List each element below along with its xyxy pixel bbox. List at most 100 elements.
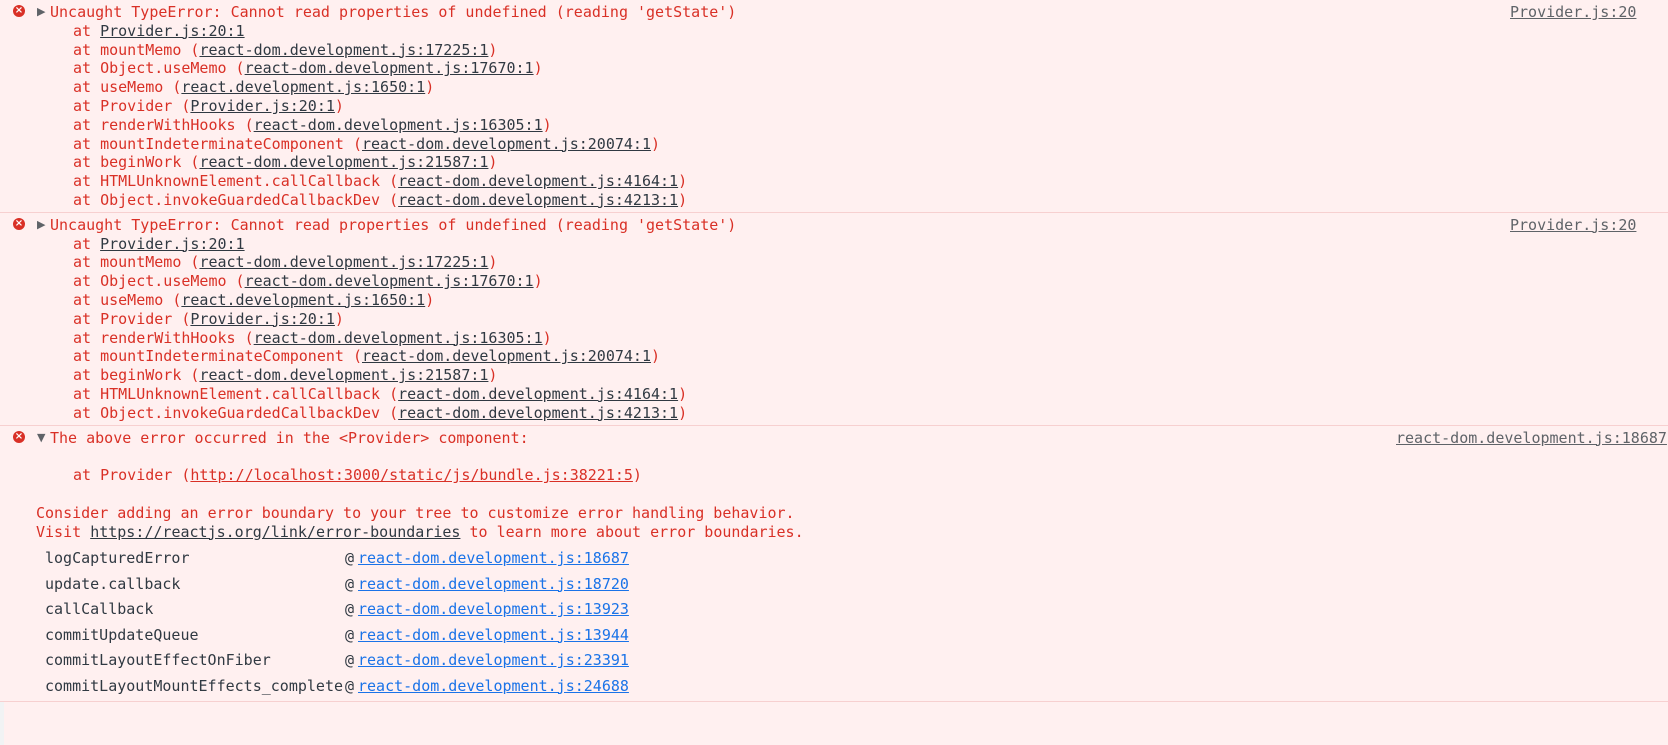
- frame-link[interactable]: http://localhost:3000/static/js/bundle.j…: [190, 466, 633, 484]
- frame-link[interactable]: react-dom.development.js:17225:1: [199, 253, 488, 271]
- call-stack-link[interactable]: react-dom.development.js:18720: [358, 572, 629, 598]
- frame-link[interactable]: react-dom.development.js:17670:1: [245, 59, 534, 77]
- error-boundaries-link[interactable]: https://reactjs.org/link/error-boundarie…: [90, 523, 460, 541]
- stack-frame: at Provider (Provider.js:20:1): [73, 96, 344, 115]
- stack-frame: at mountMemo (react-dom.development.js:1…: [73, 40, 498, 59]
- call-stack-link[interactable]: react-dom.development.js:23391: [358, 648, 629, 674]
- consider-text: Consider adding an error boundary to you…: [36, 503, 795, 522]
- stack-frame: at beginWork (react-dom.development.js:2…: [73, 366, 498, 385]
- frame-function: Object.invokeGuardedCallbackDev: [100, 403, 381, 422]
- frame-link[interactable]: react-dom.development.js:16305:1: [254, 116, 543, 134]
- frame-function: Object.useMemo: [100, 59, 227, 78]
- call-stack-row: commitUpdateQueue @ react-dom.development.…: [45, 623, 1668, 649]
- frame-link[interactable]: Provider.js:20:1: [100, 235, 245, 253]
- frame-link[interactable]: react-dom.development.js:20074:1: [362, 347, 651, 365]
- at-keyword: at: [73, 59, 101, 78]
- stack-frame: at mountMemo (react-dom.development.js:1…: [73, 253, 498, 272]
- call-stack-function: commitLayoutMountEffects_complete: [45, 676, 344, 695]
- stack-frame: at Provider (Provider.js:20:1): [73, 309, 344, 328]
- frame-function: Provider: [100, 309, 173, 328]
- stack-frame: at Provider (http://localhost:3000/stati…: [73, 466, 642, 485]
- frame-function: useMemo: [100, 78, 164, 97]
- at-keyword: at: [73, 347, 101, 366]
- call-stack-link[interactable]: react-dom.development.js:13923: [358, 597, 629, 623]
- frame-link[interactable]: react-dom.development.js:4213:1: [398, 404, 678, 422]
- frame-link[interactable]: react-dom.development.js:17670:1: [245, 272, 534, 290]
- call-stack-function: callCallback: [45, 600, 154, 619]
- at-keyword: at: [73, 96, 101, 115]
- at-keyword: at: [73, 253, 101, 272]
- frame-function: mountMemo: [100, 40, 182, 59]
- call-stack-link[interactable]: react-dom.development.js:13944: [358, 623, 629, 649]
- frame-function: Object.useMemo: [100, 272, 227, 291]
- error-text: Uncaught TypeError: Cannot read properti…: [50, 3, 737, 21]
- at-keyword: at: [73, 384, 101, 403]
- call-stack-table: logCapturedError @ react-dom.development.j…: [0, 546, 1668, 699]
- stack-frame: at Provider.js:20:1: [0, 235, 1668, 254]
- frame-link[interactable]: react.development.js:1650:1: [181, 78, 425, 96]
- frame-link[interactable]: react-dom.development.js:4164:1: [398, 172, 678, 190]
- frame-function: useMemo: [100, 290, 164, 309]
- frame-function: beginWork: [100, 366, 182, 385]
- frame-link[interactable]: react-dom.development.js:16305:1: [254, 329, 543, 347]
- at-keyword: at: [73, 234, 101, 253]
- call-stack-function: commitUpdateQueue: [45, 625, 199, 644]
- frame-link[interactable]: Provider.js:20:1: [100, 22, 245, 40]
- stack-frame: at Object.useMemo (react-dom.development…: [73, 59, 543, 78]
- frame-function: mountMemo: [100, 253, 182, 272]
- frame-function: Object.invokeGuardedCallbackDev: [100, 190, 381, 209]
- at-keyword: at: [73, 328, 101, 347]
- at-keyword: at: [73, 115, 101, 134]
- at-sign: @: [345, 625, 355, 644]
- frame-function: Provider: [100, 96, 173, 115]
- error-text: Uncaught TypeError: Cannot read properti…: [50, 215, 737, 234]
- call-stack-row: commitLayoutMountEffects_complete @ react-…: [45, 674, 1668, 700]
- stack-frame: at Object.useMemo (react-dom.development…: [73, 272, 543, 291]
- at-keyword: at: [73, 309, 101, 328]
- at-keyword: at: [73, 272, 101, 291]
- stack-frame: at Object.invokeGuardedCallbackDev (reac…: [73, 190, 688, 209]
- visit-text: Visit https://reactjs.org/link/error-bou…: [36, 522, 804, 541]
- stack-frame: at useMemo (react.development.js:1650:1): [73, 290, 435, 309]
- stack-frame: at mountIndeterminateComponent (react-do…: [73, 134, 661, 153]
- stack-frame: at HTMLUnknownElement.callCallback (reac…: [73, 384, 688, 403]
- call-stack-row: commitLayoutEffectOnFiber @ react-dom.deve…: [45, 648, 1668, 674]
- call-stack-row: logCapturedError @ react-dom.development.j…: [45, 546, 1668, 572]
- at-keyword: at: [73, 290, 101, 309]
- frame-link[interactable]: react-dom.development.js:21587:1: [199, 366, 488, 384]
- frame-link[interactable]: react-dom.development.js:4213:1: [398, 191, 678, 209]
- error-message: × ▶ Uncaught TypeError: Cannot read proper…: [0, 212, 1668, 426]
- frame-link[interactable]: react.development.js:1650:1: [181, 291, 425, 309]
- source-link[interactable]: react-dom.development.js:18687: [1396, 429, 1667, 448]
- stack-frame: at HTMLUnknownElement.callCallback (reac…: [73, 172, 688, 191]
- expand-toggle-icon[interactable]: ▶: [37, 4, 45, 20]
- at-keyword: at: [73, 172, 101, 191]
- frame-function: renderWithHooks: [100, 115, 236, 134]
- call-stack-row: callCallback @ react-dom.development.js:13…: [45, 597, 1668, 623]
- at-keyword: at: [73, 403, 101, 422]
- call-stack-function: logCapturedError: [45, 549, 190, 568]
- frame-function: mountIndeterminateComponent: [100, 347, 344, 366]
- stack-frame: at renderWithHooks (react-dom.developmen…: [73, 115, 552, 134]
- error-icon: ×: [13, 217, 25, 230]
- stack-frame: at beginWork (react-dom.development.js:2…: [73, 153, 498, 172]
- at-keyword: at: [73, 190, 101, 209]
- source-link[interactable]: Provider.js:20: [1510, 3, 1636, 22]
- at-keyword: at: [73, 134, 101, 153]
- stack-frame: at renderWithHooks (react-dom.developmen…: [73, 328, 552, 347]
- frame-link[interactable]: Provider.js:20:1: [190, 97, 335, 115]
- call-stack-link[interactable]: react-dom.development.js:18687: [358, 546, 629, 572]
- call-stack-link[interactable]: react-dom.development.js:24688: [358, 674, 629, 700]
- frame-link[interactable]: react-dom.development.js:21587:1: [199, 153, 488, 171]
- expand-toggle-icon[interactable]: ▶: [37, 217, 45, 233]
- frame-link[interactable]: react-dom.development.js:20074:1: [362, 135, 651, 153]
- at-sign: @: [345, 574, 355, 593]
- frame-link[interactable]: Provider.js:20:1: [190, 310, 335, 328]
- frame-link[interactable]: react-dom.development.js:17225:1: [199, 41, 488, 59]
- at-keyword: at: [73, 78, 101, 97]
- collapse-toggle-icon[interactable]: ▼: [37, 430, 45, 446]
- call-stack-row: update.callback @ react-dom.development.js…: [45, 572, 1668, 598]
- source-link[interactable]: Provider.js:20: [1510, 216, 1636, 235]
- stack-frame: at mountIndeterminateComponent (react-do…: [73, 347, 661, 366]
- frame-link[interactable]: react-dom.development.js:4164:1: [398, 385, 678, 403]
